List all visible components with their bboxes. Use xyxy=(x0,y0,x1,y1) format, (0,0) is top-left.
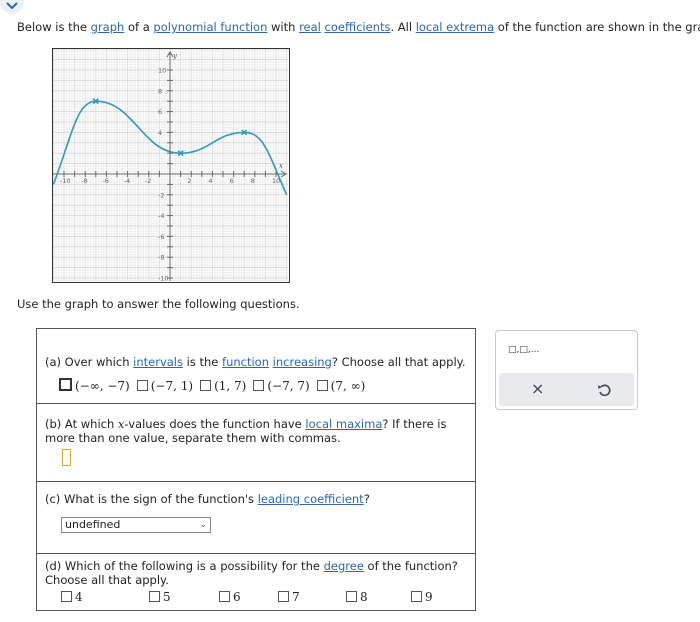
link-local-extrema[interactable]: local extrema xyxy=(416,20,494,34)
chevron-down-icon xyxy=(6,2,18,10)
x-tick-label: -4 xyxy=(124,177,130,185)
y-tick-label: -6 xyxy=(158,233,164,241)
link-degree[interactable]: degree xyxy=(324,559,364,573)
checkbox[interactable] xyxy=(219,591,230,602)
problem-intro: Below is the graph of a polynomial funct… xyxy=(17,20,700,34)
instructions-text: Use the graph to answer the following qu… xyxy=(17,297,300,311)
question-c: (c) What is the sign of the function's l… xyxy=(37,482,475,554)
question-b-text: (b) At which x-values does the function … xyxy=(45,417,447,445)
interval-option-2[interactable]: (−7, 1) xyxy=(136,379,193,393)
degree-option-8[interactable]: 8 xyxy=(346,590,368,604)
link-real[interactable]: real xyxy=(299,20,321,34)
y-tick-label: 8 xyxy=(158,87,162,95)
checkbox[interactable] xyxy=(136,380,148,391)
x-tick-label: -6 xyxy=(102,177,108,185)
y-tick-label: 6 xyxy=(158,108,162,116)
y-tick-label: 10 xyxy=(158,67,166,75)
link-local-maxima[interactable]: local maxima xyxy=(305,417,382,431)
interval-option-3[interactable]: (1, 7) xyxy=(200,379,246,393)
y-axis-label: y xyxy=(172,52,178,60)
degree-option-7[interactable]: 7 xyxy=(278,590,300,604)
checkbox[interactable] xyxy=(200,380,212,391)
x-tick-label: 6 xyxy=(230,177,234,185)
checkbox[interactable] xyxy=(411,591,422,602)
y-tick-label: -8 xyxy=(158,254,164,262)
x-tick-label: 8 xyxy=(251,177,255,185)
x-tick-label: -8 xyxy=(81,177,87,185)
collapse-toggle[interactable] xyxy=(0,0,24,14)
question-panel: (a) Over which intervals is the function… xyxy=(36,328,476,611)
link-polynomial-function[interactable]: polynomial function xyxy=(153,20,267,34)
graph-canvas: -10 -8 -6 -4 -2 2 4 6 8 1010864-2-4-6-8-10yx xyxy=(52,48,288,283)
sign-select[interactable]: undefined ⌄ xyxy=(61,517,211,533)
question-d-text: (d) Which of the following is a possibil… xyxy=(45,559,458,587)
x-tick-label: -10 xyxy=(60,177,71,185)
checkbox[interactable] xyxy=(316,380,328,391)
x-axis-label: x xyxy=(279,162,283,170)
link-leading-coefficient[interactable]: leading coefficient xyxy=(258,492,364,506)
degree-option-4[interactable]: 4 xyxy=(61,590,83,604)
question-a-text: (a) Over which intervals is the function… xyxy=(45,355,466,369)
y-tick-label: -10 xyxy=(158,275,169,282)
interval-option-5[interactable]: (7, ∞) xyxy=(316,379,365,393)
checkbox[interactable] xyxy=(253,380,265,391)
function-graph: -10 -8 -6 -4 -2 2 4 6 8 10 10 8 6 4 -2 -4 -6 -8 -10 y x xyxy=(52,48,290,283)
chevron-down-icon: ⌄ xyxy=(199,520,207,530)
undo-icon[interactable] xyxy=(597,382,611,401)
link-graph[interactable]: graph xyxy=(91,20,125,34)
list-template-button[interactable]: □,□,... xyxy=(508,345,539,355)
x-tick-label: -2 xyxy=(145,177,151,185)
link-coefficients[interactable]: coefficients xyxy=(325,20,391,34)
checkbox[interactable] xyxy=(346,591,357,602)
question-d: (d) Which of the following is a possibil… xyxy=(37,554,475,611)
math-tool-panel: □,□,... × xyxy=(495,330,638,410)
interval-option-4[interactable]: (−7, 7) xyxy=(253,379,310,393)
interval-options: (−∞, −7) (−7, 1) (1, 7) (−7, 7) (7, ∞) xyxy=(59,378,372,393)
question-c-text: (c) What is the sign of the function's l… xyxy=(45,492,370,506)
interval-option-1[interactable]: (−∞, −7) xyxy=(59,378,130,393)
x-tick-label: 2 xyxy=(187,177,191,185)
link-function[interactable]: function xyxy=(222,355,269,369)
link-increasing[interactable]: increasing xyxy=(273,355,332,369)
y-tick-label: -4 xyxy=(158,212,164,220)
question-b: (b) At which x-values does the function … xyxy=(37,404,475,482)
y-tick-label: -2 xyxy=(158,191,164,199)
tool-action-bar: × xyxy=(499,373,634,406)
checkbox[interactable] xyxy=(61,591,72,602)
degree-option-6[interactable]: 6 xyxy=(219,590,241,604)
degree-option-9[interactable]: 9 xyxy=(411,590,433,604)
question-a: (a) Over which intervals is the function… xyxy=(37,329,475,404)
checkbox[interactable] xyxy=(149,591,160,602)
x-tick-label: 4 xyxy=(208,177,212,185)
checkbox[interactable] xyxy=(278,591,289,602)
y-tick-label: 4 xyxy=(158,129,162,137)
degree-option-5[interactable]: 5 xyxy=(149,590,171,604)
link-intervals[interactable]: intervals xyxy=(133,355,183,369)
clear-icon[interactable]: × xyxy=(531,379,544,398)
checkbox[interactable] xyxy=(59,378,72,391)
local-maxima-answer-input[interactable] xyxy=(62,449,71,466)
